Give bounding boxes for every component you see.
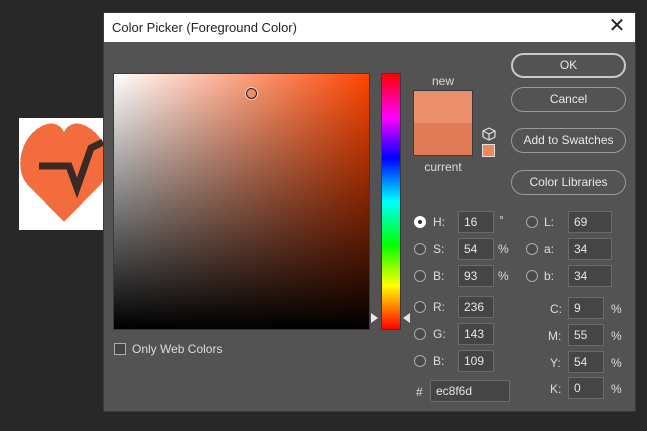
color-field-marker[interactable] [246,88,257,99]
black-key-field[interactable]: 0 [568,377,604,399]
brightness-label: B: [433,269,445,283]
red-field[interactable]: 236 [458,296,494,318]
saturation-field[interactable]: 54 [458,238,494,260]
radio-b[interactable] [526,270,538,282]
radio-brightness[interactable] [414,270,426,282]
color-libraries-button[interactable]: Color Libraries [511,170,626,195]
saturation-label: S: [433,242,445,256]
current-color-swatch[interactable] [413,123,473,156]
radio-a[interactable] [526,243,538,255]
radio-red[interactable] [414,301,426,313]
blue-field[interactable]: 109 [458,350,494,372]
brightness-field[interactable]: 93 [458,265,494,287]
black-key-label: K: [550,382,562,396]
field-black-gradient [114,74,369,329]
yellow-field[interactable]: 54 [568,351,604,373]
brightness-unit: % [498,269,509,283]
saturation-unit: % [498,242,509,256]
cyan-unit: % [611,302,622,316]
lightness-field[interactable]: 69 [568,211,612,233]
magenta-field[interactable]: 55 [568,324,604,346]
close-icon[interactable]: ✕ [605,15,629,39]
a-channel-label: a: [544,242,555,256]
radio-blue[interactable] [414,355,426,367]
cancel-button[interactable]: Cancel [511,87,626,112]
hue-unit: ° [499,213,504,227]
green-field[interactable]: 143 [458,323,494,345]
only-web-colors-checkbox[interactable] [114,343,126,355]
cube-icon[interactable] [482,127,496,141]
radio-saturation[interactable] [414,243,426,255]
hex-label: # [416,385,423,399]
ok-button[interactable]: OK [511,53,626,78]
cyan-label: C: [550,302,562,316]
radio-green[interactable] [414,328,426,340]
hue-field[interactable]: 16 [458,211,494,233]
magenta-label: M: [548,329,562,343]
saturation-brightness-field[interactable] [113,73,370,330]
radio-lightness[interactable] [526,216,538,228]
lightness-label: L: [544,215,555,229]
hue-slider-left-arrow[interactable] [371,313,378,323]
yellow-label: Y: [550,356,561,370]
color-picker-dialog: Color Picker (Foreground Color) ✕ new cu… [103,12,636,412]
hue-slider-right-arrow[interactable] [403,313,410,323]
new-color-swatch [413,90,473,123]
magenta-unit: % [611,329,622,343]
new-color-label: new [431,74,454,88]
only-web-colors-label: Only Web Colors [132,342,223,356]
dialog-title: Color Picker (Foreground Color) [112,20,297,35]
hue-label: H: [433,215,445,229]
hex-field[interactable]: ec8f6d [430,380,510,402]
cyan-field[interactable]: 9 [568,297,604,319]
b-channel-field[interactable]: 34 [568,265,612,287]
black-key-unit: % [611,382,622,396]
b-channel-label: b: [544,269,555,283]
document-canvas [19,118,109,230]
radio-hue[interactable] [414,216,426,228]
green-label: G: [433,327,446,341]
a-channel-field[interactable]: 34 [568,238,612,260]
heart-artwork [20,123,108,222]
add-to-swatches-button[interactable]: Add to Swatches [511,128,626,153]
yellow-unit: % [611,356,622,370]
websafe-color-swatch[interactable] [482,144,495,157]
current-color-label: current [424,160,462,174]
red-label: R: [433,300,445,314]
blue-label: B: [433,354,445,368]
hue-slider[interactable] [381,73,401,330]
title-bar: Color Picker (Foreground Color) ✕ [104,13,635,42]
